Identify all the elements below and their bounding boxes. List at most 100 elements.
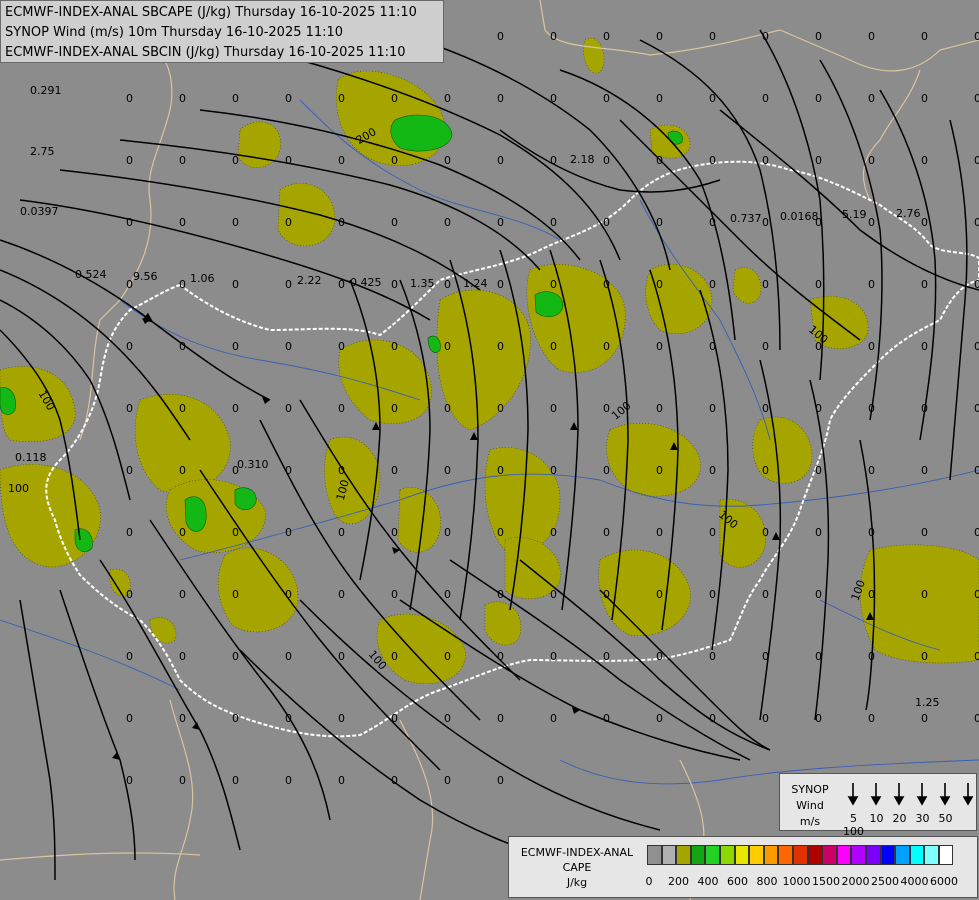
cape-swatch xyxy=(836,845,852,865)
cape-swatch xyxy=(924,845,939,865)
cin-zero-label: 0 xyxy=(656,402,663,415)
map-label: 0.118 xyxy=(15,451,47,464)
weather-map[interactable]: 0.291 2.75 0.0397 0.524 9.56 1.06 2.22 0… xyxy=(0,0,979,900)
cape-tick: 200 xyxy=(668,875,689,888)
cin-zero-label: 0 xyxy=(497,216,504,229)
cin-zero-label: 0 xyxy=(126,154,133,167)
cin-zero-label: 0 xyxy=(391,588,398,601)
cin-zero-label: 0 xyxy=(868,712,875,725)
cape-swatch xyxy=(938,845,954,865)
cin-zero-label: 0 xyxy=(444,154,451,167)
cin-zero-label: 0 xyxy=(868,278,875,291)
cin-zero-label: 0 xyxy=(232,92,239,105)
map-label: 2.18 xyxy=(570,153,595,166)
cape-high-centre2 xyxy=(184,496,207,532)
cin-zero-label: 0 xyxy=(338,340,345,353)
cin-zero-label: 0 xyxy=(709,464,716,477)
cin-zero-label: 0 xyxy=(285,650,292,663)
cin-zero-label: 0 xyxy=(974,588,979,601)
cin-zero-label: 0 xyxy=(815,712,822,725)
cin-zero-label: 0 xyxy=(179,588,186,601)
cin-zero-label: 0 xyxy=(391,154,398,167)
cin-zero-label: 0 xyxy=(285,92,292,105)
map-label: 1.24 xyxy=(463,277,488,290)
cin-zero-label: 0 xyxy=(815,464,822,477)
cin-zero-label: 0 xyxy=(974,650,979,663)
cin-zero-label: 0 xyxy=(656,526,663,539)
cape-swatch xyxy=(865,845,881,865)
map-label: 2.75 xyxy=(30,145,55,158)
cin-zero-label: 0 xyxy=(815,154,822,167)
wind-legend-title: SYNOP xyxy=(791,783,829,796)
wind-legend: SYNOP Wind m/s 5 10 20 30 50100 xyxy=(779,773,977,838)
cin-zero-label: 0 xyxy=(762,340,769,353)
cin-zero-label: 0 xyxy=(179,92,186,105)
cape-swatch xyxy=(909,845,925,865)
cape-tick: 600 xyxy=(727,875,748,888)
cin-zero-label: 0 xyxy=(444,278,451,291)
cin-zero-label: 0 xyxy=(921,402,928,415)
cin-zero-label: 0 xyxy=(709,278,716,291)
cin-zero-label: 0 xyxy=(762,216,769,229)
cin-zero-label: 0 xyxy=(338,92,345,105)
cin-zero-label: 0 xyxy=(338,588,345,601)
cin-zero-label: 0 xyxy=(285,712,292,725)
cin-zero-label: 0 xyxy=(338,278,345,291)
cin-zero-label: 0 xyxy=(709,712,716,725)
cin-zero-label: 0 xyxy=(603,30,610,43)
cin-zero-label: 0 xyxy=(391,774,398,787)
cin-zero-label: 0 xyxy=(285,464,292,477)
cin-zero-label: 0 xyxy=(921,588,928,601)
cin-zero-label: 0 xyxy=(232,712,239,725)
cin-zero-label: 0 xyxy=(391,464,398,477)
cin-zero-label: 0 xyxy=(921,30,928,43)
cin-zero-label: 0 xyxy=(815,216,822,229)
cin-zero-label: 0 xyxy=(338,216,345,229)
cin-zero-label: 0 xyxy=(391,92,398,105)
cin-zero-label: 0 xyxy=(656,154,663,167)
cape-swatch xyxy=(895,845,910,865)
cin-zero-label: 0 xyxy=(126,526,133,539)
cin-zero-label: 0 xyxy=(232,216,239,229)
cape-swatch xyxy=(749,845,764,865)
cin-zero-label: 0 xyxy=(497,154,504,167)
cin-zero-label: 0 xyxy=(762,402,769,415)
cin-zero-label: 0 xyxy=(762,712,769,725)
cin-zero-label: 0 xyxy=(179,278,186,291)
cin-zero-label: 0 xyxy=(444,526,451,539)
cin-zero-label: 0 xyxy=(444,712,451,725)
cin-zero-label: 0 xyxy=(974,216,979,229)
cin-zero-label: 0 xyxy=(126,588,133,601)
cin-zero-label: 0 xyxy=(762,92,769,105)
cin-zero-label: 0 xyxy=(868,464,875,477)
cape-legend-name: CAPE xyxy=(562,861,592,874)
cin-zero-label: 0 xyxy=(232,526,239,539)
cin-zero-label: 0 xyxy=(762,588,769,601)
cin-zero-label: 0 xyxy=(338,154,345,167)
cin-zero-label: 0 xyxy=(550,712,557,725)
cin-zero-label: 0 xyxy=(603,402,610,415)
cin-zero-label: 0 xyxy=(126,712,133,725)
cin-zero-label: 0 xyxy=(232,340,239,353)
cin-zero-label: 0 xyxy=(550,154,557,167)
cin-zero-label: 0 xyxy=(762,154,769,167)
cape-tick: 800 xyxy=(756,875,778,888)
cin-zero-label: 0 xyxy=(709,340,716,353)
cape-tick: 4000 xyxy=(900,875,929,888)
cin-zero-label: 0 xyxy=(762,650,769,663)
wind-speed: 50 xyxy=(938,812,953,825)
cin-zero-label: 0 xyxy=(126,774,133,787)
cin-zero-label: 0 xyxy=(603,464,610,477)
cin-zero-label: 0 xyxy=(179,340,186,353)
cape-tick: 0 xyxy=(645,875,653,888)
cin-zero-label: 0 xyxy=(285,526,292,539)
cin-zero-label: 0 xyxy=(444,216,451,229)
wind-speed: 20 xyxy=(892,812,907,825)
cape-swatch xyxy=(719,845,735,865)
cin-zero-label: 0 xyxy=(603,340,610,353)
map-label: 2.76 xyxy=(896,207,921,220)
cin-zero-label: 0 xyxy=(709,30,716,43)
cin-zero-label: 0 xyxy=(497,92,504,105)
cin-zero-label: 0 xyxy=(179,154,186,167)
cin-zero-label: 0 xyxy=(550,526,557,539)
